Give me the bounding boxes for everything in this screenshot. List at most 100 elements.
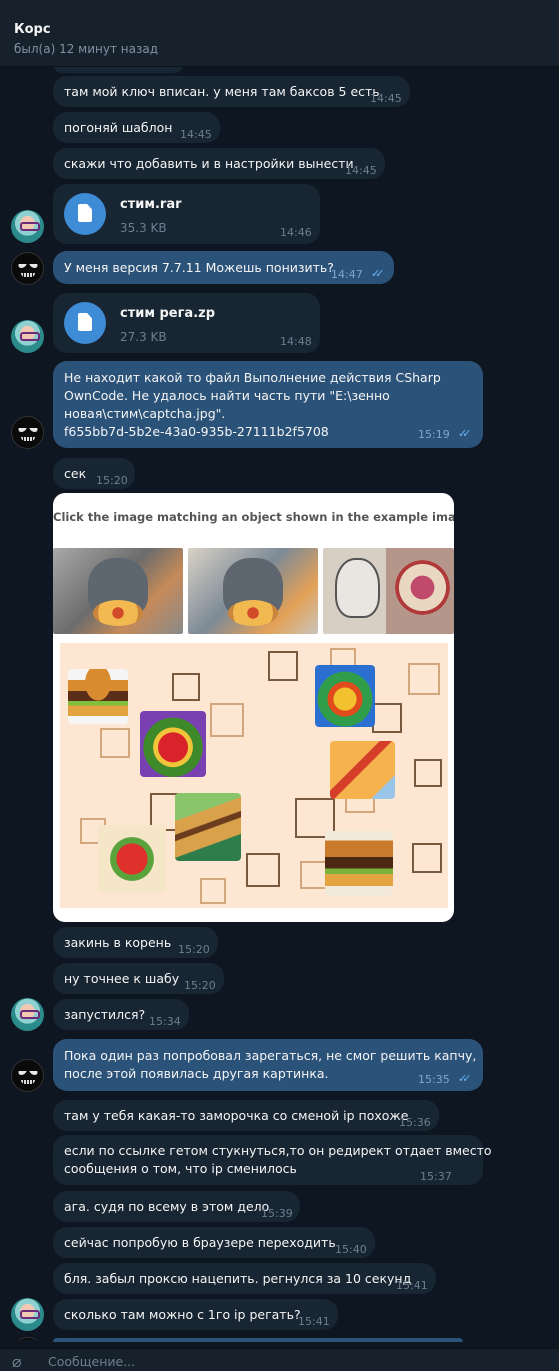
image-message[interactable]: Click the image matching an object shown… — [53, 493, 454, 922]
message-bubble[interactable]: ага. судя по всему в этом дело 15:39 — [53, 1191, 300, 1222]
contact-avatar[interactable] — [11, 320, 44, 353]
message-text: ага. судя по всему в этом дело — [64, 1199, 270, 1214]
decoy-square — [408, 663, 440, 695]
message-bubble[interactable]: там мой ключ вписан. у меня там баксов 5… — [53, 76, 410, 107]
message-time: 15:41 — [298, 1315, 330, 1328]
decoy-square — [372, 703, 402, 733]
captcha-puzzle[interactable] — [60, 643, 448, 908]
decoy-square — [172, 673, 200, 701]
message-line: сообщения о том, что ip сменилось — [64, 1161, 297, 1176]
decoy-square — [300, 861, 328, 889]
pizza-tile[interactable] — [330, 741, 395, 799]
example-image-cat-clock — [323, 548, 454, 634]
message-bubble-outgoing[interactable]: Не находит какой то файл Выполнение дейс… — [53, 361, 483, 448]
message-text: скажи что добавить и в настройки вынести — [64, 156, 354, 171]
file-name[interactable]: стим.rar — [120, 196, 182, 214]
message-time: 15:41 — [396, 1279, 428, 1292]
contact-name[interactable]: Корс — [14, 22, 51, 37]
message-bubble[interactable]: бля. забыл проксю нацепить. регнулся за … — [53, 1263, 436, 1294]
file-size: 27.3 KB — [120, 330, 167, 344]
message-bubble-outgoing[interactable]: У меня версия 7.7.11 Можешь понизить? 14… — [53, 251, 394, 284]
message-time: 15:40 — [335, 1243, 367, 1256]
my-avatar[interactable] — [11, 416, 44, 449]
burger-tile[interactable] — [68, 669, 128, 724]
message-line: OwnCode. Не удалось найти часть пути "E:… — [64, 388, 390, 403]
message-bubble[interactable]: сейчас попробую в браузере переходить 15… — [53, 1227, 375, 1258]
message-text: сколько там можно с 1го ip регать? — [64, 1307, 301, 1322]
message-line: Не находит какой то файл Выполнение дейс… — [64, 370, 441, 385]
message-bubble[interactable]: сек 15:20 — [53, 458, 135, 489]
apple-tile[interactable] — [315, 665, 375, 727]
message-line: если по ссылке гетом стукнуться,то он ре… — [64, 1143, 492, 1158]
giraffe-tile[interactable] — [175, 793, 241, 861]
message-time: 15:35 — [418, 1073, 450, 1086]
message-time: 15:19 — [418, 428, 450, 441]
file-icon[interactable] — [64, 302, 106, 344]
decoy-square — [200, 878, 226, 904]
paperclip-icon[interactable]: ⌀ — [12, 1352, 22, 1371]
message-text: закинь в корень — [64, 935, 172, 950]
message-time: 14:48 — [280, 335, 312, 348]
double-check-icon: ✓✓ — [458, 427, 472, 440]
my-avatar[interactable] — [11, 1337, 44, 1340]
message-time: 14:47 — [331, 268, 363, 281]
file-size: 35.3 KB — [120, 221, 167, 235]
my-avatar[interactable] — [11, 252, 44, 285]
message-list[interactable]: там мой ключ вписан. у меня там баксов 5… — [0, 67, 559, 1340]
double-check-icon: ✓✓ — [458, 1072, 472, 1085]
message-composer[interactable]: ⌀ Сообщение... — [0, 1348, 559, 1371]
decoy-square — [268, 651, 298, 681]
message-bubble[interactable]: там у тебя какая-то заморочка со сменой … — [53, 1100, 439, 1131]
message-bubble[interactable]: если по ссылке гетом стукнуться,то он ре… — [53, 1135, 492, 1185]
message-text: ну точнее к шабу — [64, 971, 180, 986]
message-line: новая\стим\captcha.jpg". — [64, 406, 226, 421]
message-time: 14:46 — [280, 226, 312, 239]
apple-tile[interactable] — [140, 711, 206, 777]
message-time: 15:37 — [420, 1170, 452, 1183]
contact-status: был(а) 12 минут назад — [14, 42, 158, 56]
message-line: Пока один раз попробовал зарегаться, не … — [64, 1048, 477, 1063]
file-name[interactable]: стим рега.zp — [120, 305, 215, 323]
message-bubble[interactable]: запустился? 15:34 — [53, 999, 189, 1030]
message-time: 14:45 — [180, 128, 212, 141]
contact-avatar[interactable] — [11, 998, 44, 1031]
message-time: 15:20 — [96, 474, 128, 487]
my-avatar[interactable] — [11, 1059, 44, 1092]
message-bubble-partial — [53, 67, 183, 73]
message-bubble-outgoing-partial — [53, 1338, 463, 1342]
message-text: У меня версия 7.7.11 Можешь понизить? — [64, 260, 334, 275]
message-bubble[interactable]: закинь в корень 15:20 — [53, 927, 218, 958]
decoy-square — [412, 843, 442, 873]
message-text: сек — [64, 466, 87, 481]
burger-tile[interactable] — [325, 831, 393, 896]
message-bubble-outgoing[interactable]: Пока один раз попробовал зарегаться, не … — [53, 1039, 483, 1091]
decoy-square — [210, 703, 244, 737]
file-message[interactable]: стим рега.zp 27.3 KB 14:48 — [53, 293, 320, 353]
message-text: сейчас попробую в браузере переходить — [64, 1235, 336, 1250]
message-bubble[interactable]: ну точнее к шабу 15:20 — [53, 963, 224, 994]
message-text: запустился? — [64, 1007, 146, 1022]
example-image-cat-pizza — [188, 548, 318, 634]
message-line: f655bb7d-5b2e-43a0-935b-27111b2f5708 — [64, 424, 329, 439]
contact-avatar[interactable] — [11, 210, 44, 243]
message-text: погоняй шаблон — [64, 120, 173, 135]
message-input[interactable]: Сообщение... — [48, 1354, 135, 1369]
message-text: там мой ключ вписан. у меня там баксов 5… — [64, 84, 380, 99]
decoy-square — [246, 853, 280, 887]
apple-tile[interactable] — [98, 825, 166, 893]
message-bubble[interactable]: сколько там можно с 1го ip регать? 15:41 — [53, 1299, 338, 1330]
example-image-cat-pizza — [53, 548, 183, 634]
message-bubble[interactable]: погоняй шаблон 14:45 — [53, 112, 220, 143]
contact-avatar[interactable] — [11, 1298, 44, 1331]
message-time: 15:20 — [184, 979, 216, 992]
file-message[interactable]: стим.rar 35.3 KB 14:46 — [53, 184, 320, 244]
decoy-square — [414, 759, 442, 787]
chat-header[interactable]: Корс был(а) 12 минут назад — [0, 12, 559, 67]
message-bubble[interactable]: скажи что добавить и в настройки вынести… — [53, 148, 385, 179]
message-time: 14:45 — [370, 92, 402, 105]
decoy-square — [100, 728, 130, 758]
file-icon[interactable] — [64, 193, 106, 235]
captcha-instruction: Click the image matching an object shown… — [53, 510, 454, 524]
message-time: 15:39 — [261, 1207, 293, 1220]
message-line: после этой появилась другая картинка. — [64, 1066, 329, 1081]
